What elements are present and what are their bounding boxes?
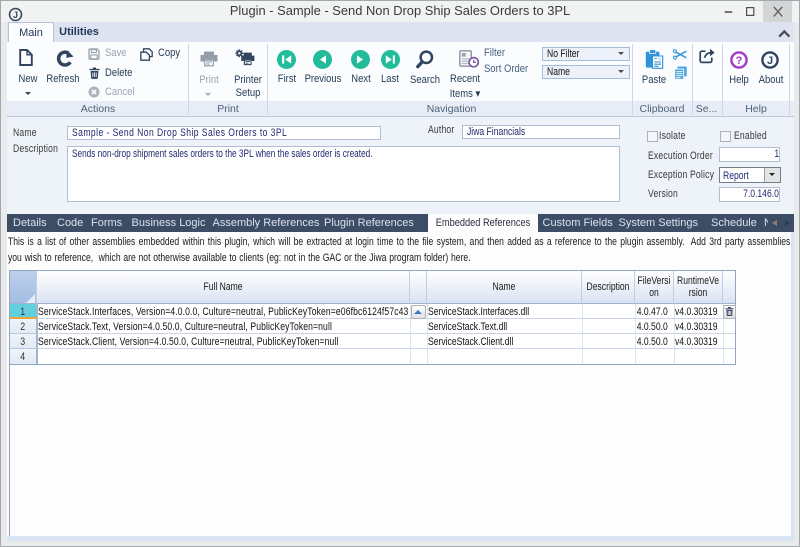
svg-text:J: J — [13, 10, 18, 20]
svg-text:?: ? — [735, 55, 742, 67]
svg-text:J: J — [767, 55, 773, 67]
